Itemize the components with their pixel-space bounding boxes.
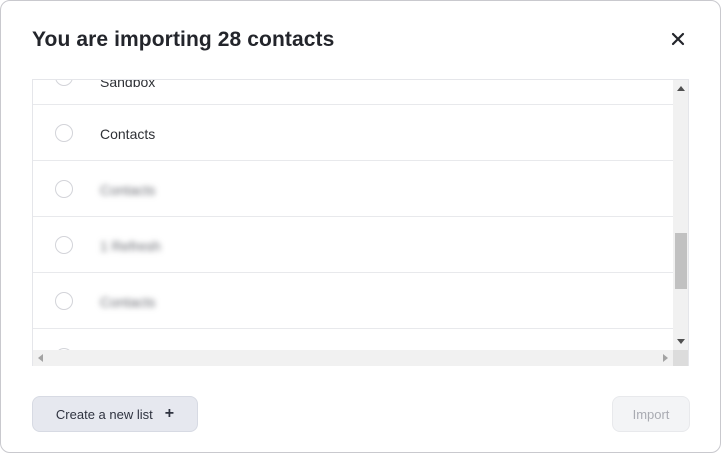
close-button[interactable] <box>665 26 691 52</box>
list-viewport: Sandbox Contacts Contacts 1 Refresh Contacts <box>33 80 673 350</box>
close-icon <box>671 32 685 46</box>
scroll-right-arrow-icon[interactable] <box>663 354 668 362</box>
list-item[interactable]: Contacts <box>33 161 673 217</box>
list-item-label: Contacts <box>100 182 156 198</box>
scroll-up-arrow-icon[interactable] <box>677 86 685 91</box>
list-item-radio[interactable] <box>55 80 73 86</box>
list-item-radio[interactable] <box>55 180 73 198</box>
dialog-title: You are importing 28 contacts <box>32 28 335 51</box>
list-item[interactable]: Sandbox <box>33 80 673 105</box>
import-button[interactable]: Import <box>612 396 690 432</box>
list-item-label: Contacts <box>100 294 156 310</box>
vertical-scroll-thumb[interactable] <box>675 233 687 289</box>
list-selector: Sandbox Contacts Contacts 1 Refresh Contacts <box>32 79 689 366</box>
list-item[interactable]: 1 Refresh <box>33 217 673 273</box>
list-item-radio[interactable] <box>55 236 73 254</box>
vertical-scrollbar[interactable] <box>673 80 688 350</box>
list-item-radio[interactable] <box>55 124 73 142</box>
list-item[interactable]: Contacts <box>33 273 673 329</box>
scroll-left-arrow-icon[interactable] <box>38 354 43 362</box>
scroll-down-arrow-icon[interactable] <box>677 339 685 344</box>
import-dialog: You are importing 28 contacts Sandbox Con… <box>0 0 721 453</box>
list-item-label: Sandbox <box>100 80 156 90</box>
create-new-list-button[interactable]: Create a new list + <box>32 396 198 432</box>
list-rows: Sandbox Contacts Contacts 1 Refresh Contacts <box>33 80 673 350</box>
list-item-label: Contacts <box>100 126 156 142</box>
list-item-label: 1 Refresh <box>100 238 161 254</box>
list-item[interactable] <box>33 329 673 350</box>
create-new-list-label: Create a new list <box>55 406 153 422</box>
horizontal-scrollbar[interactable] <box>33 350 673 366</box>
list-item[interactable]: Contacts <box>33 105 673 161</box>
plus-icon: + <box>164 405 175 422</box>
list-item-radio[interactable] <box>55 292 73 310</box>
scroll-corner <box>673 350 688 366</box>
